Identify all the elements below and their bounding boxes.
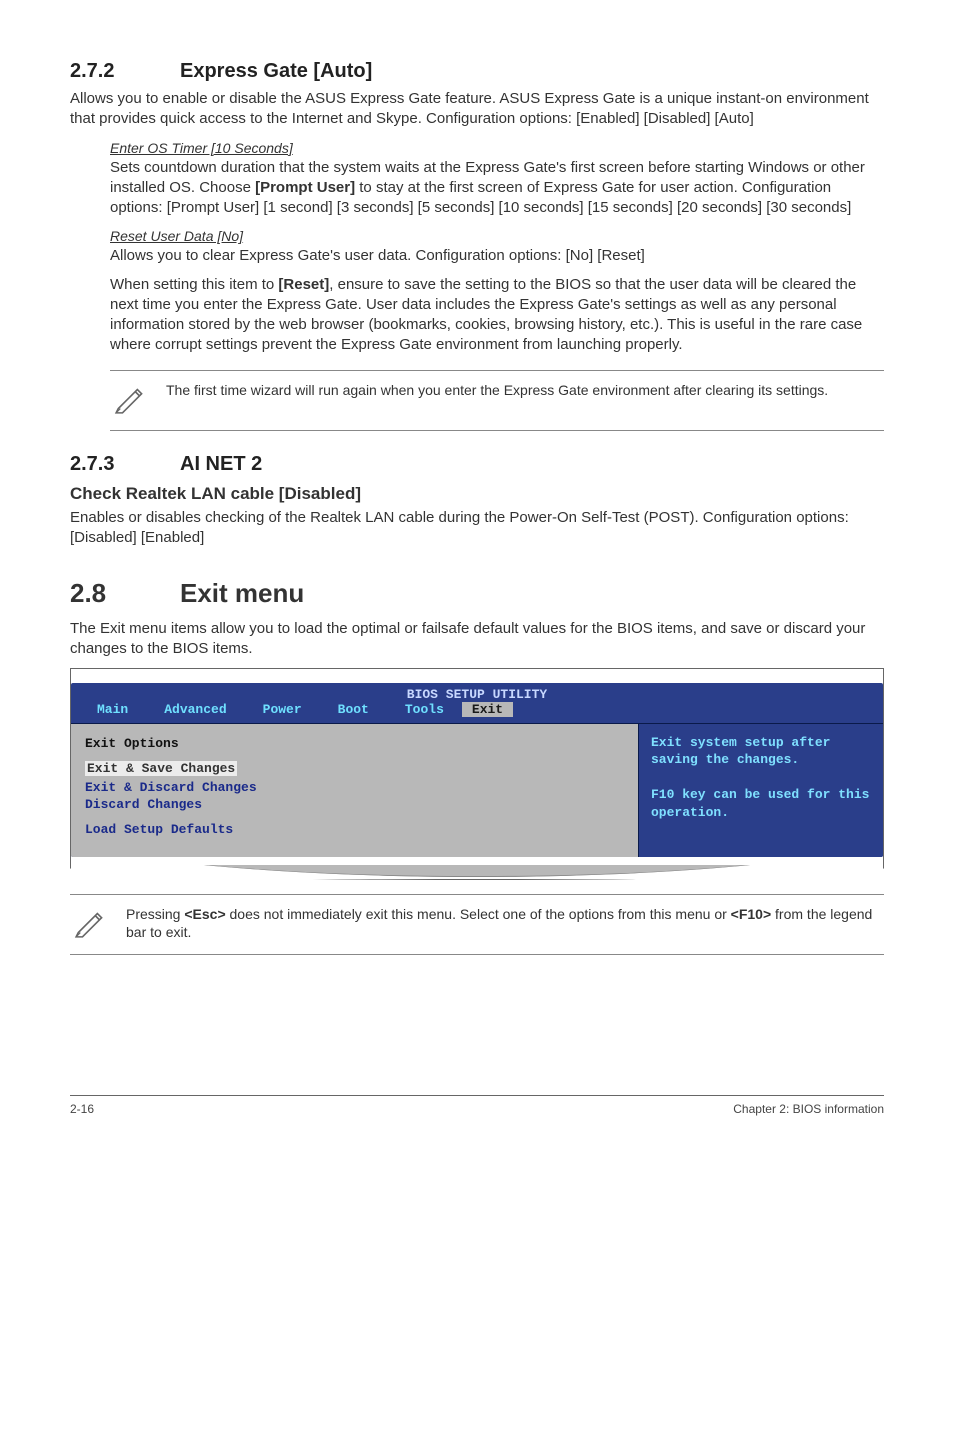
reset-bold: [Reset]: [278, 276, 329, 293]
bios-tab-exit: Exit: [462, 702, 513, 717]
page-footer: 2-16 Chapter 2: BIOS information: [70, 1095, 884, 1116]
bios-side-panel: Exit system setup after saving the chang…: [638, 724, 883, 857]
enter-os-timer-heading: Enter OS Timer [10 Seconds]: [110, 140, 884, 156]
bios-item-discard: Discard Changes: [85, 797, 624, 812]
footer-page-number: 2-16: [70, 1102, 94, 1116]
section-intro-272: Allows you to enable or disable the ASUS…: [70, 89, 884, 130]
section-number-273: 2.7.3: [70, 453, 180, 476]
bios-tab-advanced: Advanced: [146, 702, 244, 717]
section-heading-28: 2.8Exit menu: [70, 578, 884, 609]
note2-esc: <Esc>: [184, 906, 225, 922]
note-block-1: The first time wizard will run again whe…: [110, 370, 884, 431]
pencil-icon: [74, 905, 108, 944]
bios-item-discard-changes: Exit & Discard Changes: [85, 780, 624, 795]
section-heading-272: 2.7.2Express Gate [Auto]: [70, 60, 884, 83]
section-intro-28: The Exit menu items allow you to load th…: [70, 619, 884, 660]
check-realtek-text: Enables or disables checking of the Real…: [70, 508, 884, 549]
section-heading-273: 2.7.3AI NET 2: [70, 453, 884, 476]
note-text-1: The first time wizard will run again whe…: [166, 381, 828, 400]
section-number: 2.7.2: [70, 60, 180, 83]
bios-main-panel: Exit Options Exit & Save Changes Exit & …: [71, 724, 638, 857]
note2-part-c: does not immediately exit this menu. Sel…: [226, 906, 731, 922]
bios-tab-power: Power: [245, 702, 320, 717]
pencil-icon: [114, 381, 148, 420]
reset-user-data-heading: Reset User Data [No]: [110, 228, 884, 244]
section-title: Express Gate [Auto]: [180, 60, 372, 82]
bios-item-save-changes: Exit & Save Changes: [85, 761, 237, 776]
timer-bold-prompt-user: [Prompt User]: [255, 179, 355, 196]
bios-tab-boot: Boot: [320, 702, 387, 717]
bios-bottom-curve: [71, 865, 883, 879]
bios-exit-options-heading: Exit Options: [85, 736, 624, 751]
section-number-28: 2.8: [70, 578, 180, 609]
note-block-2: Pressing <Esc> does not immediately exit…: [70, 894, 884, 955]
bios-item-load-defaults: Load Setup Defaults: [85, 822, 624, 837]
reset-user-data-text2: When setting this item to [Reset], ensur…: [110, 275, 884, 356]
bios-tabs: Main Advanced Power Boot Tools Exit: [71, 702, 883, 723]
reset-user-data-text1: Allows you to clear Express Gate's user …: [110, 246, 884, 266]
bios-title: BIOS SETUP UTILITY: [71, 683, 883, 702]
note-text-2: Pressing <Esc> does not immediately exit…: [126, 905, 880, 943]
section-title-273: AI NET 2: [180, 453, 262, 475]
note2-part-a: Pressing: [126, 906, 184, 922]
footer-chapter: Chapter 2: BIOS information: [733, 1102, 884, 1116]
section-title-28: Exit menu: [180, 578, 304, 608]
check-realtek-heading: Check Realtek LAN cable [Disabled]: [70, 484, 884, 504]
bios-tab-tools: Tools: [387, 702, 462, 717]
bios-tab-main: Main: [79, 702, 146, 717]
reset-text-2a: When setting this item to: [110, 276, 278, 293]
bios-screenshot: BIOS SETUP UTILITY Main Advanced Power B…: [70, 668, 884, 880]
bios-side-text: Exit system setup after saving the chang…: [651, 734, 871, 822]
note2-f10: <F10>: [731, 906, 771, 922]
enter-os-timer-text: Sets countdown duration that the system …: [110, 158, 884, 219]
